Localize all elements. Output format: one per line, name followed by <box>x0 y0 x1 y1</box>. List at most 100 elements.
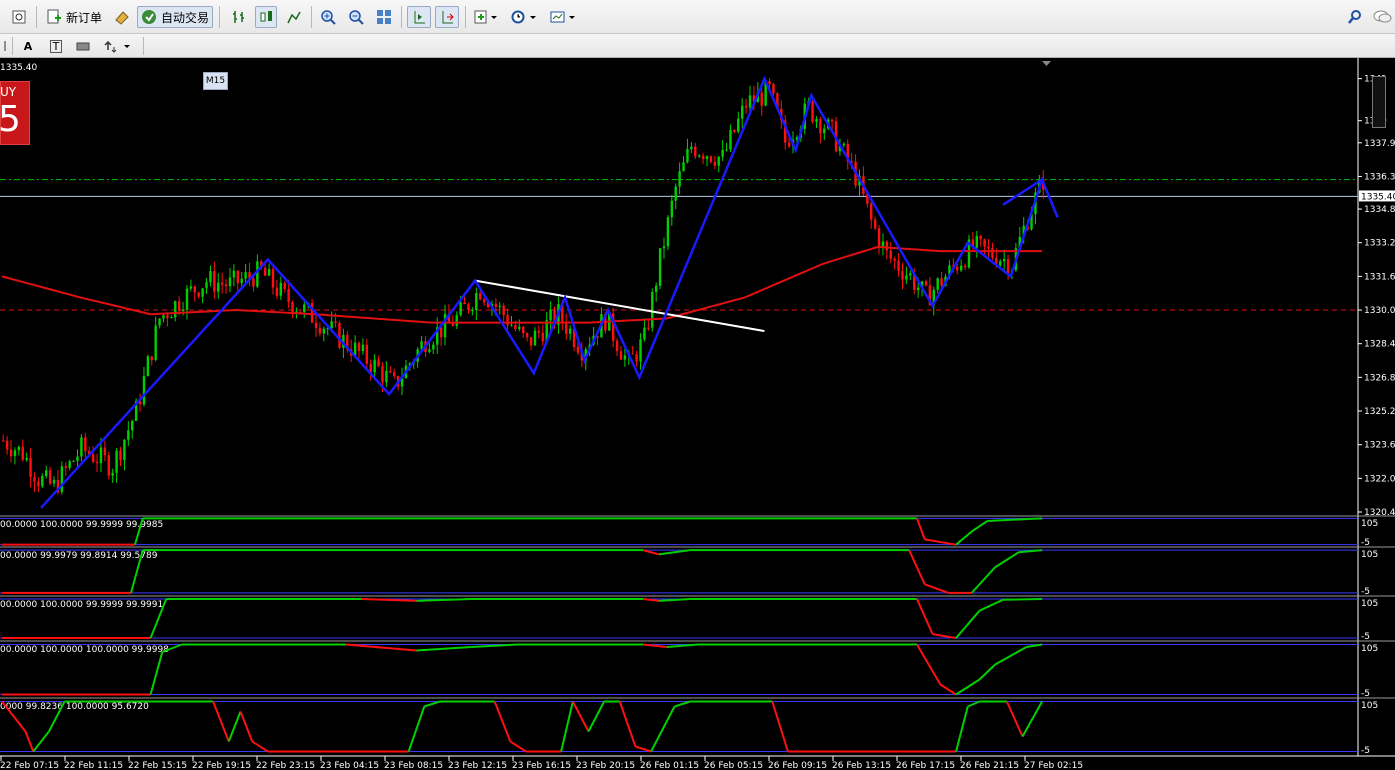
candle-down <box>5 440 9 450</box>
indicator-line-segment <box>916 598 934 635</box>
candle-up <box>905 275 908 280</box>
indicator-line-segment <box>423 700 441 708</box>
candle-up <box>705 156 709 160</box>
indicator-line-segment <box>970 566 996 594</box>
candle-up <box>170 317 173 319</box>
indicator-line-segment <box>416 646 472 652</box>
indicator-line-segment <box>1021 701 1043 737</box>
time-tick-label: 26 Feb 01:15 <box>640 761 699 770</box>
candle-up <box>142 376 146 405</box>
indicator-pane: 00.0000 99.9979 99.8914 99.5789 105-5 <box>0 546 1395 597</box>
candle-up <box>518 326 521 330</box>
candle-down <box>318 327 322 334</box>
candle-down <box>314 322 318 328</box>
new-order-button[interactable]: 新订单 <box>42 6 106 28</box>
candle-up <box>256 261 259 287</box>
candle-down <box>213 271 216 292</box>
candle-down <box>365 344 369 364</box>
candle-up <box>975 235 978 248</box>
zoom-out-icon[interactable] <box>345 6 367 28</box>
indicator-line-segment <box>642 549 660 556</box>
indicator-pane: 00.0000 100.0000 100.0000 99.9998 105-5 <box>0 640 1395 699</box>
candle-down <box>873 219 877 229</box>
candle-down <box>830 119 834 122</box>
candle-up <box>25 457 28 460</box>
candle-up <box>568 328 572 334</box>
templates-icon[interactable] <box>546 6 580 28</box>
bar-chart-icon[interactable] <box>228 6 250 28</box>
price-chart[interactable]: 134113391337.951336.351334.801333.201331… <box>0 58 1395 770</box>
candle-up <box>643 327 646 340</box>
chart-scroll-handle[interactable] <box>1372 76 1386 128</box>
periodicity-icon[interactable] <box>507 6 541 28</box>
indicator-title: 00.0000 99.9979 99.8914 99.5789 <box>0 551 158 561</box>
indicators-icon[interactable] <box>470 6 502 28</box>
time-tick-label: 22 Feb 07:15 <box>0 761 59 770</box>
chat-icon[interactable] <box>1370 6 1394 28</box>
autoscroll-icon[interactable] <box>435 6 459 28</box>
arrows-tool-icon[interactable] <box>100 35 134 57</box>
indicator-line-segment <box>924 583 949 594</box>
time-tick-label: 23 Feb 20:15 <box>576 761 635 770</box>
candle-down <box>463 302 466 305</box>
time-axis: 22 Feb 07:15 22 Feb 11:15 22 Feb 15:15 22 F… <box>0 755 1395 770</box>
tile-windows-icon[interactable] <box>373 6 395 28</box>
candlestick-icon[interactable] <box>255 6 277 28</box>
text-label-tool-label: T <box>49 39 63 53</box>
candle-down <box>772 84 775 94</box>
auto-trade-button[interactable]: 自动交易 <box>137 6 213 28</box>
time-tick-label: 26 Feb 21:15 <box>960 761 1019 770</box>
candle-down <box>694 146 697 157</box>
candle-up <box>330 321 333 329</box>
metaeditor-icon[interactable] <box>110 6 134 28</box>
candle-up <box>303 304 306 313</box>
candle-down <box>514 325 517 330</box>
candle-down <box>744 105 748 108</box>
indicator-line-segment <box>955 610 981 639</box>
candle-up <box>717 156 720 166</box>
candle-down <box>193 286 196 293</box>
candle-down <box>48 470 52 484</box>
line-chart-icon[interactable] <box>283 6 305 28</box>
candle-up <box>76 456 79 461</box>
candle-down <box>525 333 529 338</box>
candle-up <box>80 437 83 457</box>
candle-up <box>361 344 365 352</box>
candle-up <box>721 149 724 157</box>
price-tick-label: 1331.60 <box>1364 272 1395 282</box>
price-tick-label: 1328.40 <box>1364 340 1395 350</box>
candle-up <box>52 479 56 484</box>
text-label-tool-button[interactable]: T <box>45 35 67 57</box>
indicator-line-segment <box>771 701 789 752</box>
rectangle-tool-icon[interactable] <box>72 35 94 57</box>
candle-up <box>123 439 126 460</box>
candle-down <box>29 457 32 478</box>
crosshair-icon[interactable] <box>0 35 10 57</box>
indicator-line-segment <box>509 740 527 753</box>
text-tool-button[interactable]: A <box>18 35 38 57</box>
candle-up <box>217 282 220 292</box>
profiles-icon[interactable] <box>6 6 32 28</box>
candle-down <box>64 466 67 468</box>
candle-up <box>737 118 740 132</box>
main-price-pane: 134113391337.951336.351334.801333.201331… <box>0 58 1395 756</box>
toolbar-separator <box>12 37 13 55</box>
candle-up <box>385 370 388 383</box>
candle-up <box>666 217 670 247</box>
candle-down <box>252 278 255 287</box>
candle-up <box>373 359 376 373</box>
candle-up <box>842 143 846 146</box>
indicator-title: 00.0000 100.0000 99.9999 99.9991 <box>0 600 163 610</box>
indicator-line-segment <box>1005 701 1024 737</box>
candle-up <box>240 278 243 284</box>
indicator-line-segment <box>407 706 426 752</box>
zoom-in-icon[interactable] <box>317 6 339 28</box>
candle-down <box>377 359 380 367</box>
candle-down <box>940 278 943 286</box>
price-tick-label: 1337.95 <box>1364 139 1395 149</box>
search-icon[interactable] <box>1344 6 1366 28</box>
chart-shift-icon[interactable] <box>407 6 431 28</box>
candle-down <box>760 92 763 106</box>
price-tick-label: 1336.35 <box>1364 172 1395 182</box>
candle-down <box>287 289 290 303</box>
